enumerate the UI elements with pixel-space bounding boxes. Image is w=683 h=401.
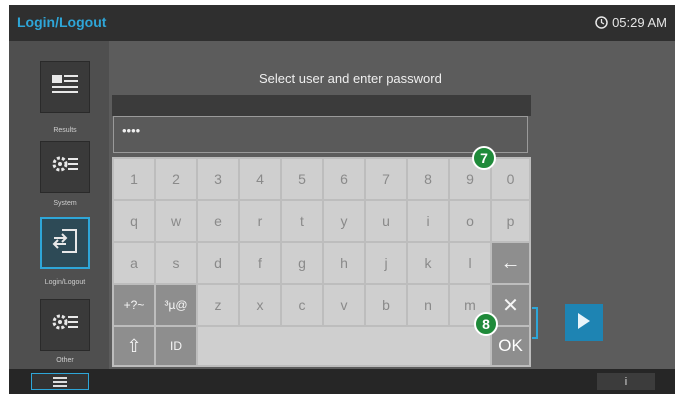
info-button[interactable]: i — [597, 373, 655, 390]
device-screen: Login/Logout 05:29 AM Results System Log… — [9, 5, 675, 394]
sidebar-item-system[interactable] — [40, 141, 90, 193]
key-8[interactable]: 8 — [408, 159, 448, 199]
clock-icon — [595, 16, 608, 29]
sidebar-item-label: Results — [53, 127, 77, 134]
user-select-bar[interactable] — [112, 95, 531, 116]
space-key[interactable] — [198, 327, 490, 365]
key-7[interactable]: 7 — [366, 159, 406, 199]
key-f[interactable]: f — [240, 243, 280, 283]
sidebar-item-label: System — [53, 200, 77, 207]
key-l[interactable]: l — [450, 243, 490, 283]
menu-button[interactable] — [31, 373, 89, 390]
key-b[interactable]: b — [366, 285, 406, 325]
top-bar: Login/Logout 05:29 AM — [9, 5, 675, 41]
key-0[interactable]: 0 — [492, 159, 529, 199]
results-icon — [50, 72, 80, 102]
key-5[interactable]: 5 — [282, 159, 322, 199]
key-symbols[interactable]: +?~ — [114, 285, 154, 325]
callout-badge-7: 7 — [472, 146, 496, 170]
key-s[interactable]: s — [156, 243, 196, 283]
password-field[interactable]: •••• — [113, 116, 528, 153]
clock: 05:29 AM — [595, 15, 667, 30]
key-w[interactable]: w — [156, 201, 196, 241]
key-j[interactable]: j — [366, 243, 406, 283]
key-t[interactable]: t — [282, 201, 322, 241]
key-u[interactable]: u — [366, 201, 406, 241]
key-o[interactable]: o — [450, 201, 490, 241]
clock-time: 05:29 AM — [612, 15, 667, 30]
key-k[interactable]: k — [408, 243, 448, 283]
key-v[interactable]: v — [324, 285, 364, 325]
play-icon — [576, 312, 592, 334]
key-i[interactable]: i — [408, 201, 448, 241]
ok-key[interactable]: OK — [492, 327, 529, 365]
system-icon — [50, 152, 80, 182]
sidebar-item-login-logout[interactable] — [40, 217, 90, 269]
key-4[interactable]: 4 — [240, 159, 280, 199]
callout-badge-8: 8 — [474, 312, 498, 336]
key-p[interactable]: p — [492, 201, 529, 241]
key-h[interactable]: h — [324, 243, 364, 283]
instruction-text: Select user and enter password — [259, 71, 442, 86]
other-icon — [50, 310, 80, 340]
key-special-chars[interactable]: ³µ@ — [156, 285, 196, 325]
page-title: Login/Logout — [17, 14, 107, 30]
key-a[interactable]: a — [114, 243, 154, 283]
key-z[interactable]: z — [198, 285, 238, 325]
user-field-edge — [532, 307, 538, 339]
key-y[interactable]: y — [324, 201, 364, 241]
clear-key[interactable]: ✕ — [492, 285, 529, 325]
key-r[interactable]: r — [240, 201, 280, 241]
backspace-key[interactable]: ← — [492, 243, 529, 283]
key-2[interactable]: 2 — [156, 159, 196, 199]
key-d[interactable]: d — [198, 243, 238, 283]
login-logout-icon — [50, 226, 80, 260]
sidebar: Results System Login/Logout Other — [9, 41, 109, 369]
key-3[interactable]: 3 — [198, 159, 238, 199]
sidebar-item-label: Other — [56, 357, 74, 364]
sidebar-item-other[interactable] — [40, 299, 90, 351]
key-6[interactable]: 6 — [324, 159, 364, 199]
confirm-play-button[interactable] — [565, 304, 603, 341]
key-x[interactable]: x — [240, 285, 280, 325]
id-key[interactable]: ID — [156, 327, 196, 365]
shift-key[interactable]: ⇧ — [114, 327, 154, 365]
key-1[interactable]: 1 — [114, 159, 154, 199]
key-e[interactable]: e — [198, 201, 238, 241]
key-q[interactable]: q — [114, 201, 154, 241]
on-screen-keyboard: 1 2 3 4 5 6 7 8 9 0 q w e r t y u i o p … — [112, 157, 531, 367]
key-n[interactable]: n — [408, 285, 448, 325]
sidebar-item-label: Login/Logout — [44, 279, 86, 286]
menu-icon — [53, 372, 67, 391]
bottom-bar: i — [9, 369, 675, 394]
key-c[interactable]: c — [282, 285, 322, 325]
key-g[interactable]: g — [282, 243, 322, 283]
sidebar-item-results[interactable] — [40, 61, 90, 113]
